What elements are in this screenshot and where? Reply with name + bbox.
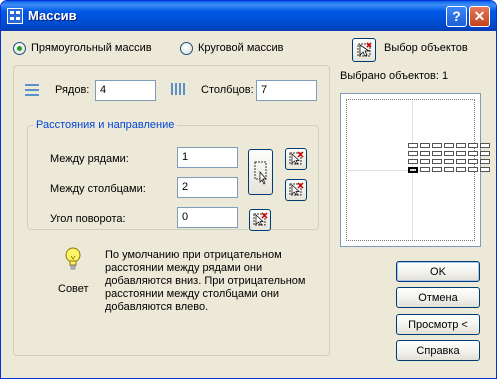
radio-circle	[180, 42, 193, 55]
close-button[interactable]: ✕	[469, 6, 490, 27]
preview-button[interactable]: Просмотр <	[396, 314, 480, 335]
lightbulb-icon	[65, 247, 81, 276]
rows-label: Рядов:	[55, 84, 90, 96]
pick-point-icon	[289, 182, 304, 196]
preview-array-item	[468, 159, 478, 164]
preview-array-item	[408, 151, 418, 156]
pick-rectangle-icon	[254, 161, 267, 185]
rows-input[interactable]: 4	[95, 80, 156, 101]
angle-label: Угол поворота:	[50, 213, 126, 225]
preview-array-item	[468, 151, 478, 156]
array-dialog: Массив ? ✕ Прямоугольный массив Круговой…	[0, 0, 497, 379]
select-objects-button[interactable]	[352, 38, 376, 62]
preview-array-item	[420, 151, 430, 156]
columns-label: Столбцов:	[201, 84, 254, 96]
pick-row-offset-button[interactable]	[285, 148, 307, 170]
preview-array-item	[480, 159, 490, 164]
pick-both-offsets-button[interactable]	[248, 149, 273, 195]
row-offset-label: Между рядами:	[50, 153, 129, 165]
preview-array-item	[456, 143, 466, 148]
cancel-button[interactable]: Отмена	[396, 287, 480, 308]
preview-array-item	[480, 151, 490, 156]
radio-rectangular-array[interactable]: Прямоугольный массив	[13, 42, 163, 56]
preview-frame	[346, 99, 490, 241]
radio-rectangular-label: Прямоугольный массив	[31, 42, 152, 54]
preview-array-item	[468, 143, 478, 148]
pick-column-offset-button[interactable]	[285, 179, 307, 201]
preview-array-item	[432, 143, 442, 148]
radio-polar-label: Круговой массив	[198, 42, 284, 54]
preview-array-item	[432, 151, 442, 156]
select-objects-icon	[357, 42, 372, 57]
angle-input[interactable]: 0	[177, 207, 238, 228]
selected-count: Выбрано объектов: 1	[340, 70, 449, 82]
preview-array-item	[408, 143, 418, 148]
preview-array-item	[432, 159, 442, 164]
offset-group-title: Расстояния и направление	[33, 119, 178, 131]
help-button[interactable]: Справка	[396, 340, 480, 361]
radio-selected-dot	[17, 46, 22, 51]
column-offset-input[interactable]: 2	[177, 177, 238, 198]
preview-array-item	[408, 159, 418, 164]
pick-angle-button[interactable]	[249, 209, 271, 231]
preview-array-item	[420, 159, 430, 164]
preview-source-object	[408, 167, 418, 173]
columns-icon	[171, 83, 185, 98]
tip-text: По умолчанию при отрицательном расстояни…	[105, 249, 306, 313]
pick-point-icon	[289, 151, 304, 165]
preview-array-item	[420, 143, 430, 148]
preview-array-item	[468, 167, 478, 172]
ok-button[interactable]: OK	[396, 261, 480, 282]
preview-array-item	[456, 167, 466, 172]
preview-array-item	[444, 151, 454, 156]
preview-array-item	[480, 167, 490, 172]
preview-array-item	[444, 143, 454, 148]
preview-array-item	[420, 167, 430, 172]
array-preview	[340, 93, 490, 247]
window-title: Массив	[28, 8, 77, 23]
select-objects-label: Выбор объектов	[384, 42, 468, 54]
preview-array-item	[456, 151, 466, 156]
preview-array-item	[444, 159, 454, 164]
pick-point-icon	[253, 212, 268, 226]
columns-input[interactable]: 7	[256, 80, 317, 101]
radio-circle	[13, 42, 26, 55]
array-app-icon	[7, 8, 23, 24]
preview-array-item	[480, 143, 490, 148]
row-offset-input[interactable]: 1	[177, 147, 238, 168]
preview-array-item	[444, 167, 454, 172]
preview-array-item	[456, 159, 466, 164]
help-titlebar-button[interactable]: ?	[446, 6, 467, 27]
rows-icon	[25, 84, 39, 99]
preview-array-item	[432, 167, 442, 172]
title-bar[interactable]: Массив ? ✕	[1, 1, 496, 31]
tip-label: Совет	[58, 283, 89, 295]
radio-polar-array[interactable]: Круговой массив	[180, 42, 300, 56]
column-offset-label: Между столбцами:	[50, 183, 146, 195]
